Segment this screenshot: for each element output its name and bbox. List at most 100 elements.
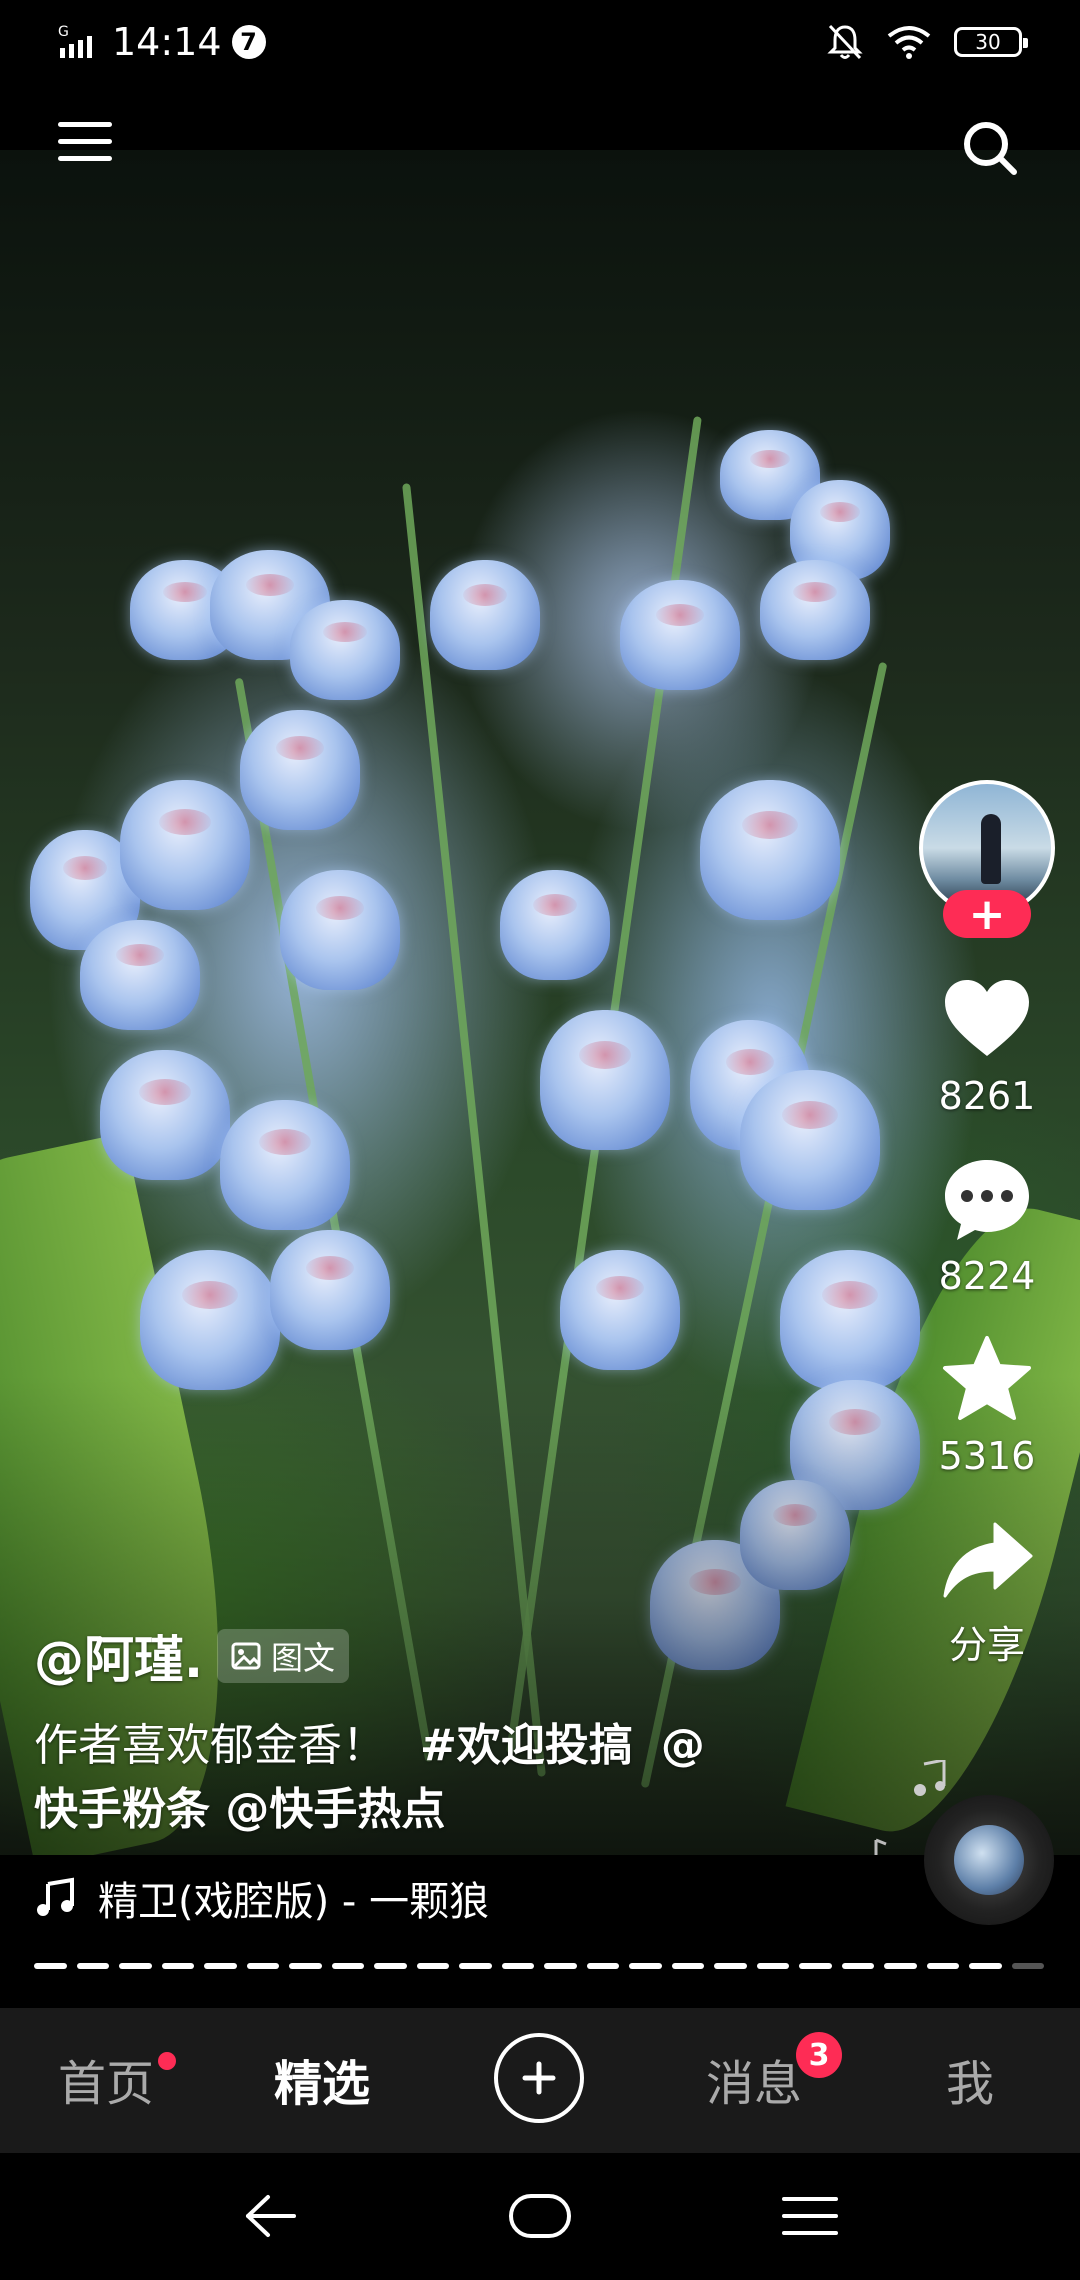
status-right: 30 xyxy=(826,18,1028,66)
system-nav-bar xyxy=(0,2153,1080,2280)
mentions-link[interactable]: 快手粉条 @快手热点 xyxy=(34,1784,445,1835)
network-type: G xyxy=(58,24,69,40)
progress-segment xyxy=(289,1963,322,1969)
progress-segment xyxy=(331,1963,364,1969)
music-info[interactable]: 精卫(戏腔版) - 一颗狼 xyxy=(34,1869,554,1927)
follow-button[interactable]: + xyxy=(943,889,1031,940)
progress-segment xyxy=(841,1963,874,1969)
author-name[interactable]: @阿瑾. xyxy=(34,1620,203,1692)
flower-bell xyxy=(540,1010,670,1150)
flower-bell xyxy=(620,580,740,690)
post-description[interactable]: 作者喜欢郁金香！ #欢迎投搞 @ 快手粉条 @快手热点 xyxy=(34,1714,794,1842)
progress-segment xyxy=(756,1963,789,1969)
plus-icon xyxy=(522,2061,556,2095)
flower-bell xyxy=(140,1250,280,1390)
music-disc[interactable] xyxy=(924,1795,1054,1925)
star-icon xyxy=(943,1336,1031,1420)
progress-segment xyxy=(714,1963,747,1969)
progress-segment xyxy=(969,1963,1002,1969)
nav-home[interactable]: 首页 xyxy=(58,2044,154,2114)
nav-me[interactable]: 我 xyxy=(946,2044,994,2114)
create-button[interactable] xyxy=(494,2033,584,2123)
progress-segment xyxy=(459,1963,492,1969)
post-caption: @阿瑾. 图文 作者喜欢郁金香！ #欢迎投搞 @ 快手粉条 @快手热点 xyxy=(34,1620,794,1842)
progress-segment xyxy=(884,1963,917,1969)
author-row: @阿瑾. 图文 xyxy=(34,1620,794,1692)
like-count: 8261 xyxy=(938,1074,1036,1118)
progress-segment xyxy=(161,1963,194,1969)
flower-bell xyxy=(780,1250,920,1390)
wifi-icon xyxy=(887,26,931,59)
flower-bell xyxy=(240,710,360,830)
mention-at[interactable]: @ xyxy=(661,1720,705,1771)
battery-icon: 30 xyxy=(954,27,1028,57)
flower-bell xyxy=(270,1230,390,1350)
flower-bell xyxy=(740,1070,880,1210)
like-button[interactable]: 8261 xyxy=(938,972,1036,1118)
bell-muted-icon xyxy=(827,24,863,60)
comment-count: 8224 xyxy=(938,1254,1036,1298)
progress-segment xyxy=(374,1963,407,1969)
music-title: 精卫(戏腔版) - 一颗狼 xyxy=(98,1879,490,1925)
description-text: 作者喜欢郁金香！ xyxy=(34,1720,386,1771)
favorite-count: 5316 xyxy=(938,1434,1036,1478)
progress-segment xyxy=(246,1963,279,1969)
comment-button[interactable]: 8224 xyxy=(938,1152,1036,1298)
carousel-progress xyxy=(34,1963,1044,1969)
flower-bell xyxy=(120,780,250,910)
hashtag-link[interactable]: #欢迎投搞 xyxy=(420,1720,633,1771)
signal-icon: G xyxy=(58,24,92,58)
nav-messages[interactable]: 消息 xyxy=(706,2044,802,2114)
clock: 14:14 xyxy=(112,20,222,64)
flower-bell xyxy=(100,1050,230,1180)
progress-segment xyxy=(544,1963,577,1969)
back-icon[interactable] xyxy=(240,2191,300,2241)
flower-bell xyxy=(500,870,610,980)
menu-icon-line xyxy=(58,122,112,127)
share-label: 分享 xyxy=(948,1623,1025,1667)
menu-icon-line xyxy=(58,139,112,144)
bottom-nav: 首页 精选 消息 3 我 xyxy=(0,2008,1080,2153)
home-notification-dot xyxy=(158,2052,176,2070)
action-rail: + 8261 8224 5316 分享 xyxy=(912,780,1062,1669)
status-left: G 14:14 7 xyxy=(58,18,266,66)
progress-segment xyxy=(799,1963,832,1969)
comment-icon xyxy=(945,1160,1029,1240)
post-type-label: 图文 xyxy=(271,1639,336,1677)
messages-badge: 3 xyxy=(796,2032,842,2078)
share-button[interactable]: 分享 xyxy=(939,1512,1035,1669)
recents-menu-icon[interactable] xyxy=(782,2193,838,2239)
notification-count-badge: 7 xyxy=(231,25,266,59)
progress-segment xyxy=(1011,1963,1044,1969)
flower-bell xyxy=(280,870,400,990)
progress-segment xyxy=(926,1963,959,1969)
heart-icon xyxy=(945,980,1029,1056)
search-icon[interactable] xyxy=(960,118,1020,178)
menu-button[interactable] xyxy=(58,122,112,170)
flower-bell xyxy=(220,1100,350,1230)
flower-bell xyxy=(430,560,540,670)
favorite-button[interactable]: 5316 xyxy=(938,1332,1036,1478)
share-arrow-icon xyxy=(943,1522,1033,1598)
progress-segment xyxy=(119,1963,152,1969)
progress-segment xyxy=(204,1963,237,1969)
status-bar: G 14:14 7 30 xyxy=(0,0,1080,150)
music-note-icon xyxy=(914,1760,946,1796)
music-bar: 精卫(戏腔版) - 一颗狼 xyxy=(0,1795,1080,2005)
home-icon[interactable] xyxy=(508,2193,572,2239)
progress-segment xyxy=(671,1963,704,1969)
nav-featured[interactable]: 精选 xyxy=(274,2044,370,2114)
image-icon xyxy=(231,1642,261,1670)
flower-bell xyxy=(700,780,840,920)
progress-segment xyxy=(501,1963,534,1969)
flower-bell xyxy=(560,1250,680,1370)
post-type-tag: 图文 xyxy=(217,1629,350,1683)
flower-bell xyxy=(760,560,870,660)
menu-icon-line xyxy=(58,156,112,161)
music-note-icon xyxy=(37,1877,74,1916)
flower-bell xyxy=(80,920,200,1030)
progress-segment xyxy=(629,1963,662,1969)
progress-segment xyxy=(34,1963,67,1969)
battery-level: 30 xyxy=(975,30,1001,54)
music-disc-cover xyxy=(954,1825,1024,1895)
